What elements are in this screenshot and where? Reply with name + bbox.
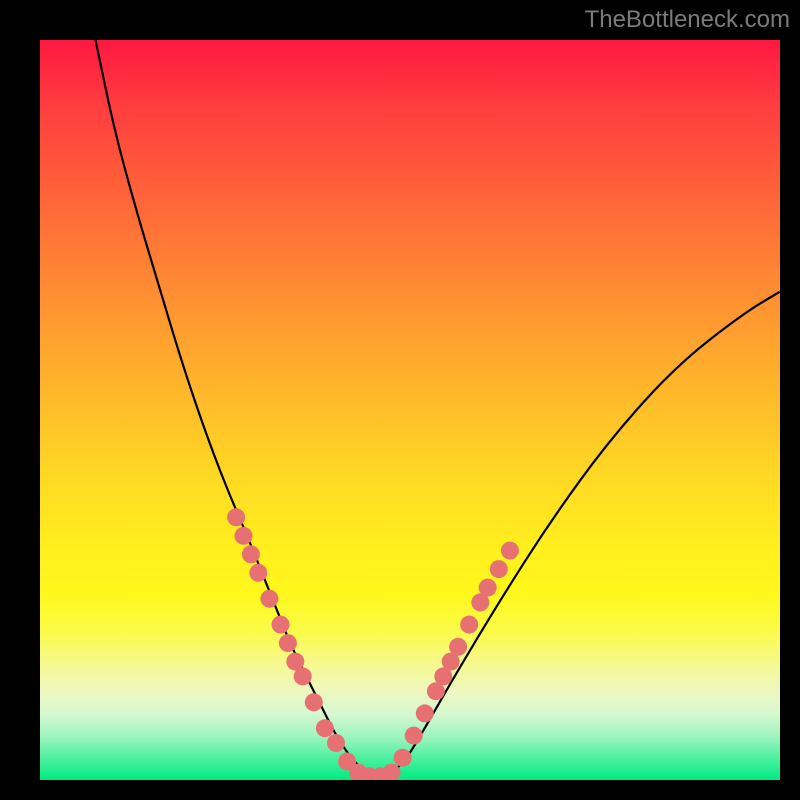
chart-frame: TheBottleneck.com <box>0 0 800 800</box>
curve-marker <box>242 545 260 563</box>
curve-marker <box>479 579 497 597</box>
bottleneck-curve <box>96 40 781 778</box>
curve-marker <box>279 634 297 652</box>
curve-marker <box>449 638 467 656</box>
curve-marker <box>460 616 478 634</box>
curve-marker <box>394 749 412 767</box>
curve-marker <box>316 719 334 737</box>
curve-marker <box>249 564 267 582</box>
curve-marker <box>501 542 519 560</box>
curve-marker <box>305 693 323 711</box>
curve-marker <box>272 616 290 634</box>
curve-marker <box>235 527 253 545</box>
curve-marker <box>260 590 278 608</box>
watermark-text: TheBottleneck.com <box>585 6 790 34</box>
curve-markers <box>227 508 519 780</box>
chart-svg <box>40 40 780 780</box>
curve-marker <box>405 727 423 745</box>
plot-area <box>40 40 780 780</box>
curve-marker <box>490 560 508 578</box>
curve-marker <box>327 734 345 752</box>
curve-marker <box>294 667 312 685</box>
curve-marker <box>416 704 434 722</box>
curve-marker <box>227 508 245 526</box>
